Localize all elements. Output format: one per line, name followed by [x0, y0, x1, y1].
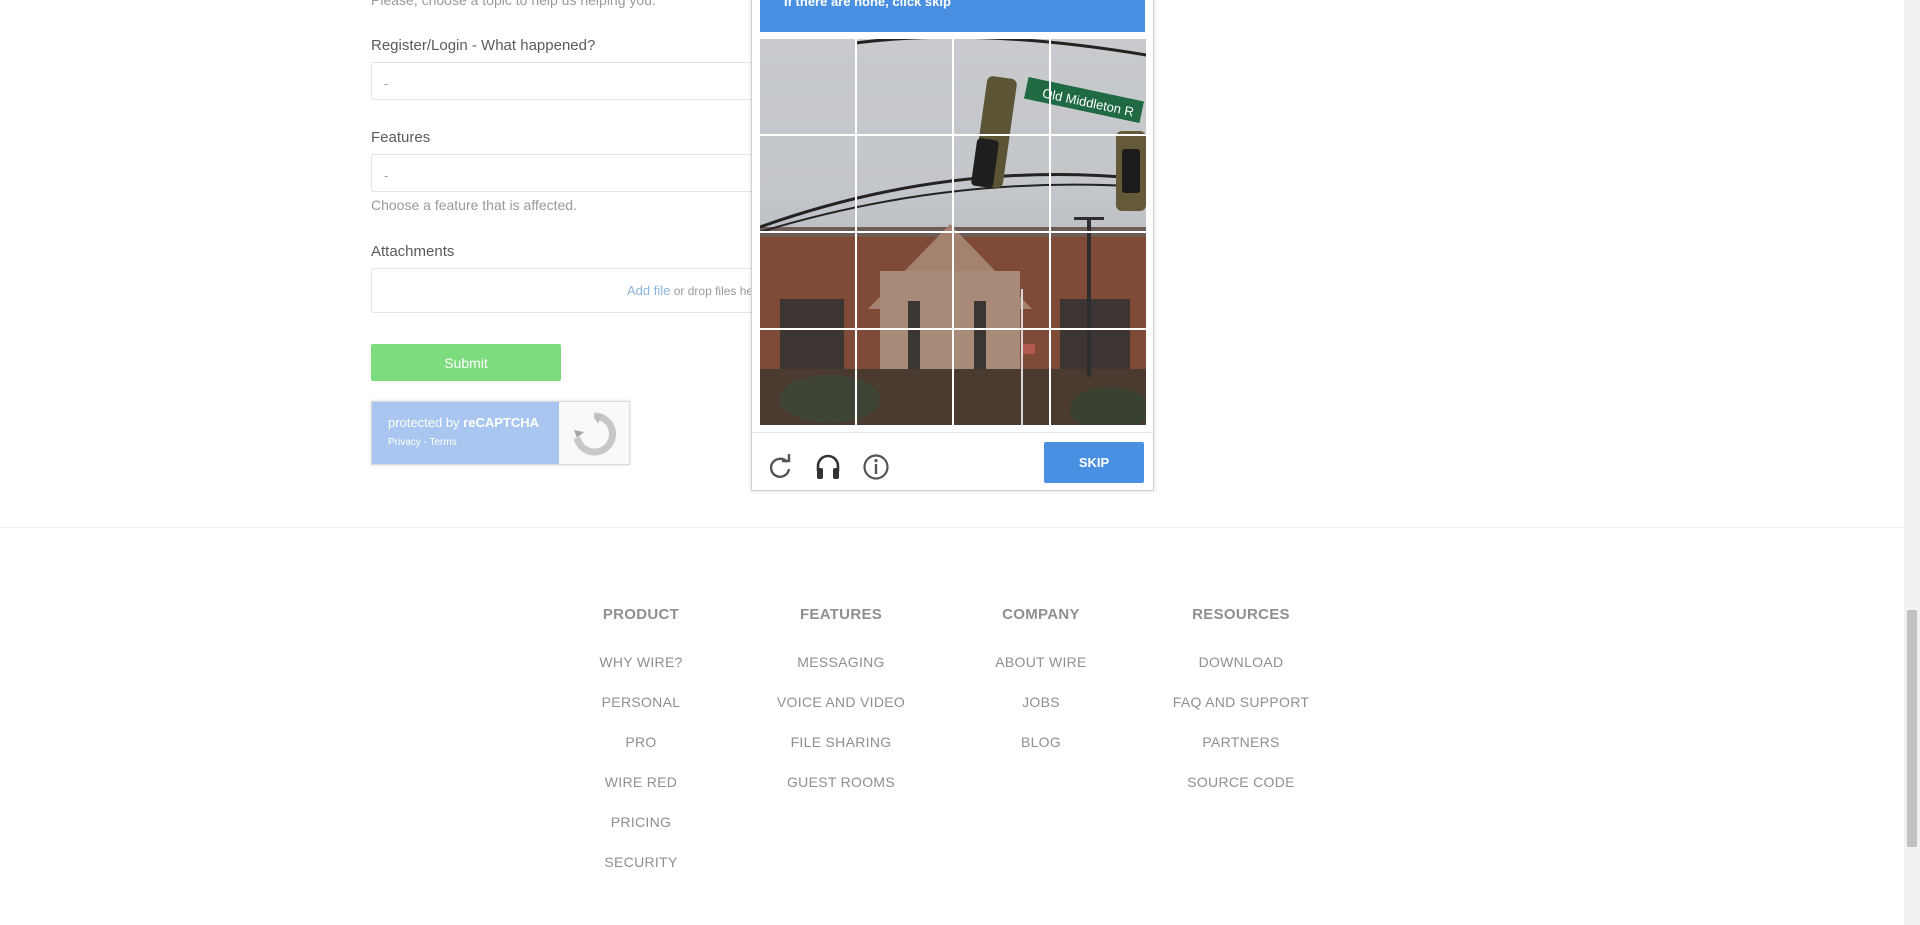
footer-link[interactable]: BLOG: [941, 729, 1141, 756]
captcha-tile[interactable]: [857, 233, 952, 328]
footer-column-heading: RESOURCES: [1192, 606, 1290, 623]
footer-link[interactable]: PERSONAL: [541, 689, 741, 716]
captcha-tile[interactable]: [760, 39, 855, 134]
recaptcha-brand: reCAPTCHA: [463, 415, 540, 430]
footer-column-heading: COMPANY: [1002, 606, 1080, 623]
captcha-tile[interactable]: [857, 39, 952, 134]
captcha-tile[interactable]: [954, 136, 1049, 231]
footer-link[interactable]: WIRE RED: [541, 769, 741, 796]
captcha-tile[interactable]: [760, 330, 855, 425]
footer-link[interactable]: JOBS: [941, 689, 1141, 716]
captcha-tile[interactable]: [760, 233, 855, 328]
footer-column-features: FEATURES MESSAGING VOICE AND VIDEO FILE SHA…: [741, 606, 941, 796]
footer-column-resources: RESOURCES DOWNLOAD FAQ AND SUPPORT PARTNERS…: [1141, 606, 1341, 796]
footer-column-company: COMPANY ABOUT WIRE JOBS BLOG: [941, 606, 1141, 756]
footer-link[interactable]: DOWNLOAD: [1141, 649, 1341, 676]
footer-link[interactable]: FAQ AND SUPPORT: [1141, 689, 1341, 716]
captcha-tile[interactable]: [857, 330, 952, 425]
footer-link[interactable]: WHY WIRE?: [541, 649, 741, 676]
features-hint: Choose a feature that is affected.: [371, 197, 577, 213]
scrollbar-thumb[interactable]: [1907, 610, 1917, 847]
what-happened-value: -: [384, 76, 389, 91]
captcha-image-grid: Old Middleton R: [760, 39, 1146, 425]
footer-link[interactable]: PRICING: [541, 809, 741, 836]
footer-link[interactable]: FILE SHARING: [741, 729, 941, 756]
captcha-tile[interactable]: [1051, 39, 1146, 134]
captcha-challenge: If there are none, click skip Old Middle…: [751, 0, 1154, 491]
what-happened-label: Register/Login - What happened?: [371, 37, 596, 54]
footer-column-product: PRODUCT WHY WIRE? PERSONAL PRO WIRE RED PRICI…: [541, 606, 741, 876]
topic-hint: Please, choose a topic to help us helpin…: [371, 0, 656, 8]
footer-link[interactable]: VOICE AND VIDEO: [741, 689, 941, 716]
features-label: Features: [371, 129, 431, 146]
recaptcha-links[interactable]: Privacy - Terms: [388, 437, 457, 448]
add-file-link[interactable]: Add file: [627, 283, 670, 298]
captcha-tile[interactable]: [954, 39, 1049, 134]
features-select[interactable]: -: [371, 154, 791, 192]
attachments-label: Attachments: [371, 243, 455, 260]
attachments-dropzone[interactable]: Add file or drop files here: [371, 268, 791, 313]
info-icon[interactable]: [862, 453, 890, 481]
footer-link[interactable]: PRO: [541, 729, 741, 756]
captcha-tile[interactable]: [1051, 136, 1146, 231]
captcha-instruction: If there are none, click skip: [784, 0, 951, 9]
footer-link[interactable]: SECURITY: [541, 849, 741, 876]
captcha-tile[interactable]: [857, 136, 952, 231]
captcha-tile[interactable]: [954, 330, 1049, 425]
headphones-icon[interactable]: [814, 453, 842, 481]
footer-link[interactable]: GUEST ROOMS: [741, 769, 941, 796]
recaptcha-badge: protected by reCAPTCHA Privacy - Terms: [371, 401, 630, 465]
features-value: -: [384, 168, 389, 183]
footer-link[interactable]: ABOUT WIRE: [941, 649, 1141, 676]
recaptcha-logo-icon: [573, 412, 616, 456]
captcha-tile[interactable]: [954, 233, 1049, 328]
reload-icon[interactable]: [766, 453, 794, 481]
captcha-tile[interactable]: [760, 136, 855, 231]
submit-button[interactable]: Submit: [371, 344, 561, 381]
skip-button[interactable]: SKIP: [1044, 442, 1144, 483]
footer-divider: [0, 527, 1905, 528]
footer-link[interactable]: SOURCE CODE: [1141, 769, 1341, 796]
captcha-header: If there are none, click skip: [760, 0, 1145, 32]
footer-link[interactable]: MESSAGING: [741, 649, 941, 676]
captcha-footer-divider: [752, 432, 1153, 433]
recaptcha-protected-by: protected by: [388, 415, 460, 430]
footer-column-heading: FEATURES: [799, 606, 883, 623]
captcha-tile[interactable]: [1051, 233, 1146, 328]
captcha-tile[interactable]: [1051, 330, 1146, 425]
footer-link[interactable]: PARTNERS: [1141, 729, 1341, 756]
footer-column-heading: PRODUCT: [602, 606, 680, 623]
what-happened-select[interactable]: -: [371, 62, 791, 100]
